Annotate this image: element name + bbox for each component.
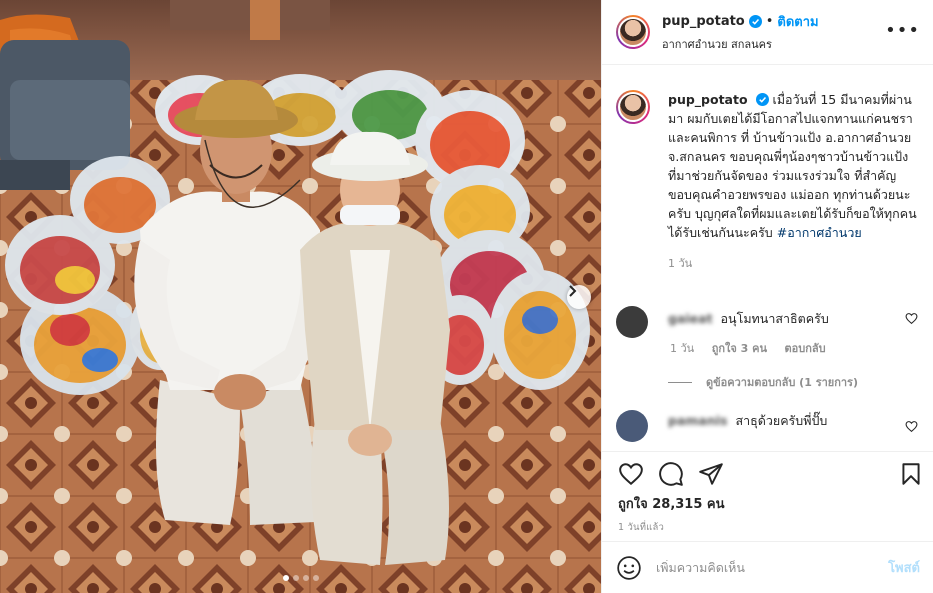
- post-header: pup_potato • ติดตาม อากาศอำนวย สกลนคร ••…: [602, 0, 933, 65]
- more-options-icon[interactable]: •••: [885, 22, 920, 40]
- comment-text: อนุโมทนาสาธิตครับ: [720, 311, 829, 326]
- comment-likes[interactable]: ถูกใจ 3 คน: [712, 342, 767, 355]
- comment-username[interactable]: gaieat: [668, 311, 713, 326]
- comment-time: 1 วัน: [670, 342, 695, 355]
- comments-section: pup_potato เมื่อวันที่ 15 มีนาคมที่ผ่านม…: [602, 66, 933, 451]
- add-comment-bar: โพสต์: [602, 541, 933, 593]
- avatar[interactable]: [616, 90, 650, 124]
- verified-badge-icon: [748, 15, 762, 28]
- view-replies-button[interactable]: ดูข้อความตอบกลับ (1 รายการ): [668, 373, 858, 391]
- avatar[interactable]: [616, 15, 650, 49]
- post-timestamp: 1 วันที่แล้ว: [618, 522, 665, 533]
- like-comment-icon[interactable]: [905, 420, 918, 433]
- comment-bubble-icon[interactable]: [658, 461, 684, 487]
- separator-dot: •: [765, 14, 774, 29]
- post-side-panel: pup_potato • ติดตาม อากาศอำนวย สกลนคร ••…: [601, 0, 933, 593]
- comment-item: gaieat อนุโมทนาสาธิตครับ: [616, 306, 920, 338]
- avatar[interactable]: [616, 410, 648, 442]
- avatar[interactable]: [616, 306, 648, 338]
- like-comment-icon[interactable]: [905, 312, 918, 325]
- photo-image: [0, 0, 601, 593]
- carousel-dot: [302, 575, 309, 581]
- carousel-dot: [292, 575, 299, 581]
- caption-time: 1 วัน: [668, 257, 693, 270]
- chevron-right-icon: [569, 285, 577, 297]
- bookmark-icon[interactable]: [898, 461, 924, 487]
- reply-button[interactable]: ตอบกลับ: [785, 342, 826, 355]
- emoji-icon[interactable]: [616, 555, 642, 581]
- carousel-dot: [312, 575, 319, 581]
- like-heart-icon[interactable]: [618, 461, 644, 487]
- comment-meta: 1 วัน ถูกใจ 3 คน ตอบกลับ: [670, 339, 840, 357]
- post-photo[interactable]: [0, 0, 601, 593]
- post-location[interactable]: อากาศอำนวย สกลนคร: [662, 35, 819, 53]
- carousel-dot: [282, 575, 289, 581]
- author-username[interactable]: pup_potato: [662, 14, 745, 29]
- post-comment-button[interactable]: โพสต์: [888, 557, 920, 578]
- view-replies-label: ดูข้อความตอบกลับ (1 รายการ): [706, 376, 858, 389]
- caption-text: เมื่อวันที่ 15 มีนาคมที่ผ่านมา ผมกับเตยไ…: [668, 92, 917, 240]
- follow-button[interactable]: ติดตาม: [777, 11, 818, 32]
- carousel-indicator: [0, 575, 601, 581]
- comment-username[interactable]: pamanis: [668, 413, 727, 428]
- post-caption: pup_potato เมื่อวันที่ 15 มีนาคมที่ผ่านม…: [616, 90, 918, 242]
- like-count[interactable]: ถูกใจ 28,315 คน: [618, 493, 725, 514]
- comment-item: pamanis สาธุด้วยครับพี่ปั๊บ: [616, 410, 920, 442]
- post-actions: ถูกใจ 28,315 คน 1 วันที่แล้ว: [602, 451, 933, 541]
- caption-username[interactable]: pup_potato: [668, 92, 748, 107]
- verified-badge-icon: [755, 93, 769, 106]
- comment-text: สาธุด้วยครับพี่ปั๊บ: [735, 413, 828, 428]
- share-paper-plane-icon[interactable]: [698, 461, 724, 487]
- comment-input[interactable]: [656, 560, 889, 575]
- caption-hashtag[interactable]: #อากาศอำนวย: [777, 225, 862, 240]
- next-photo-button[interactable]: [567, 285, 591, 309]
